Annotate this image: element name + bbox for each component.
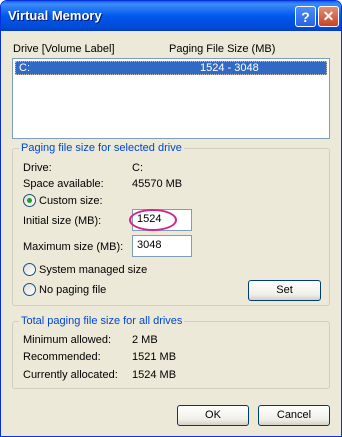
all-drives-group-label: Total paging file size for all drives [19,315,185,327]
paging-size-cell: 1524 - 3048 [200,62,259,74]
recommended-label: Recommended: [23,351,101,363]
cancel-button[interactable]: Cancel [258,405,330,426]
custom-size-radio[interactable] [23,194,36,207]
space-available-label: Space available: [23,178,104,190]
close-button[interactable]: ✕ [318,6,339,27]
set-button[interactable]: Set [248,280,321,301]
initial-size-label: Initial size (MB): [23,215,102,227]
minimum-allowed-value: 2 MB [132,334,158,346]
minimum-allowed-label: Minimum allowed: [23,334,112,346]
help-icon: ? [301,8,310,25]
highlight-ellipse [129,209,177,231]
drive-list-row[interactable]: C: 1524 - 3048 [15,61,327,75]
system-managed-radio[interactable] [23,263,36,276]
help-button[interactable]: ? [295,6,316,27]
custom-size-label[interactable]: Custom size: [39,195,103,207]
drive-cell: C: [19,62,30,74]
no-paging-file-label[interactable]: No paging file [39,284,106,296]
close-icon: ✕ [322,8,335,24]
drive-list[interactable]: C: 1524 - 3048 [12,58,330,139]
drive-value: C: [132,162,143,174]
maximum-size-label: Maximum size (MB): [23,241,124,253]
column-header-paging-size: Paging File Size (MB) [169,43,276,55]
currently-allocated-value: 1524 MB [132,369,177,381]
currently-allocated-label: Currently allocated: [23,369,118,381]
system-managed-label[interactable]: System managed size [39,264,147,276]
drive-label: Drive: [23,162,52,174]
column-header-drive: Drive [Volume Label] [13,43,115,55]
recommended-value: 1521 MB [132,351,177,363]
maximum-size-input[interactable]: 3048 [132,235,192,257]
ok-button[interactable]: OK [177,405,249,426]
no-paging-file-radio[interactable] [23,283,36,296]
window-title: Virtual Memory [8,8,102,23]
virtual-memory-dialog: Virtual Memory ? ✕ Drive [Volume Label] … [0,0,342,437]
space-available-value: 45570 MB [132,178,183,190]
selected-drive-group-label: Paging file size for selected drive [19,142,184,154]
title-bar[interactable]: Virtual Memory ? ✕ [1,1,341,31]
